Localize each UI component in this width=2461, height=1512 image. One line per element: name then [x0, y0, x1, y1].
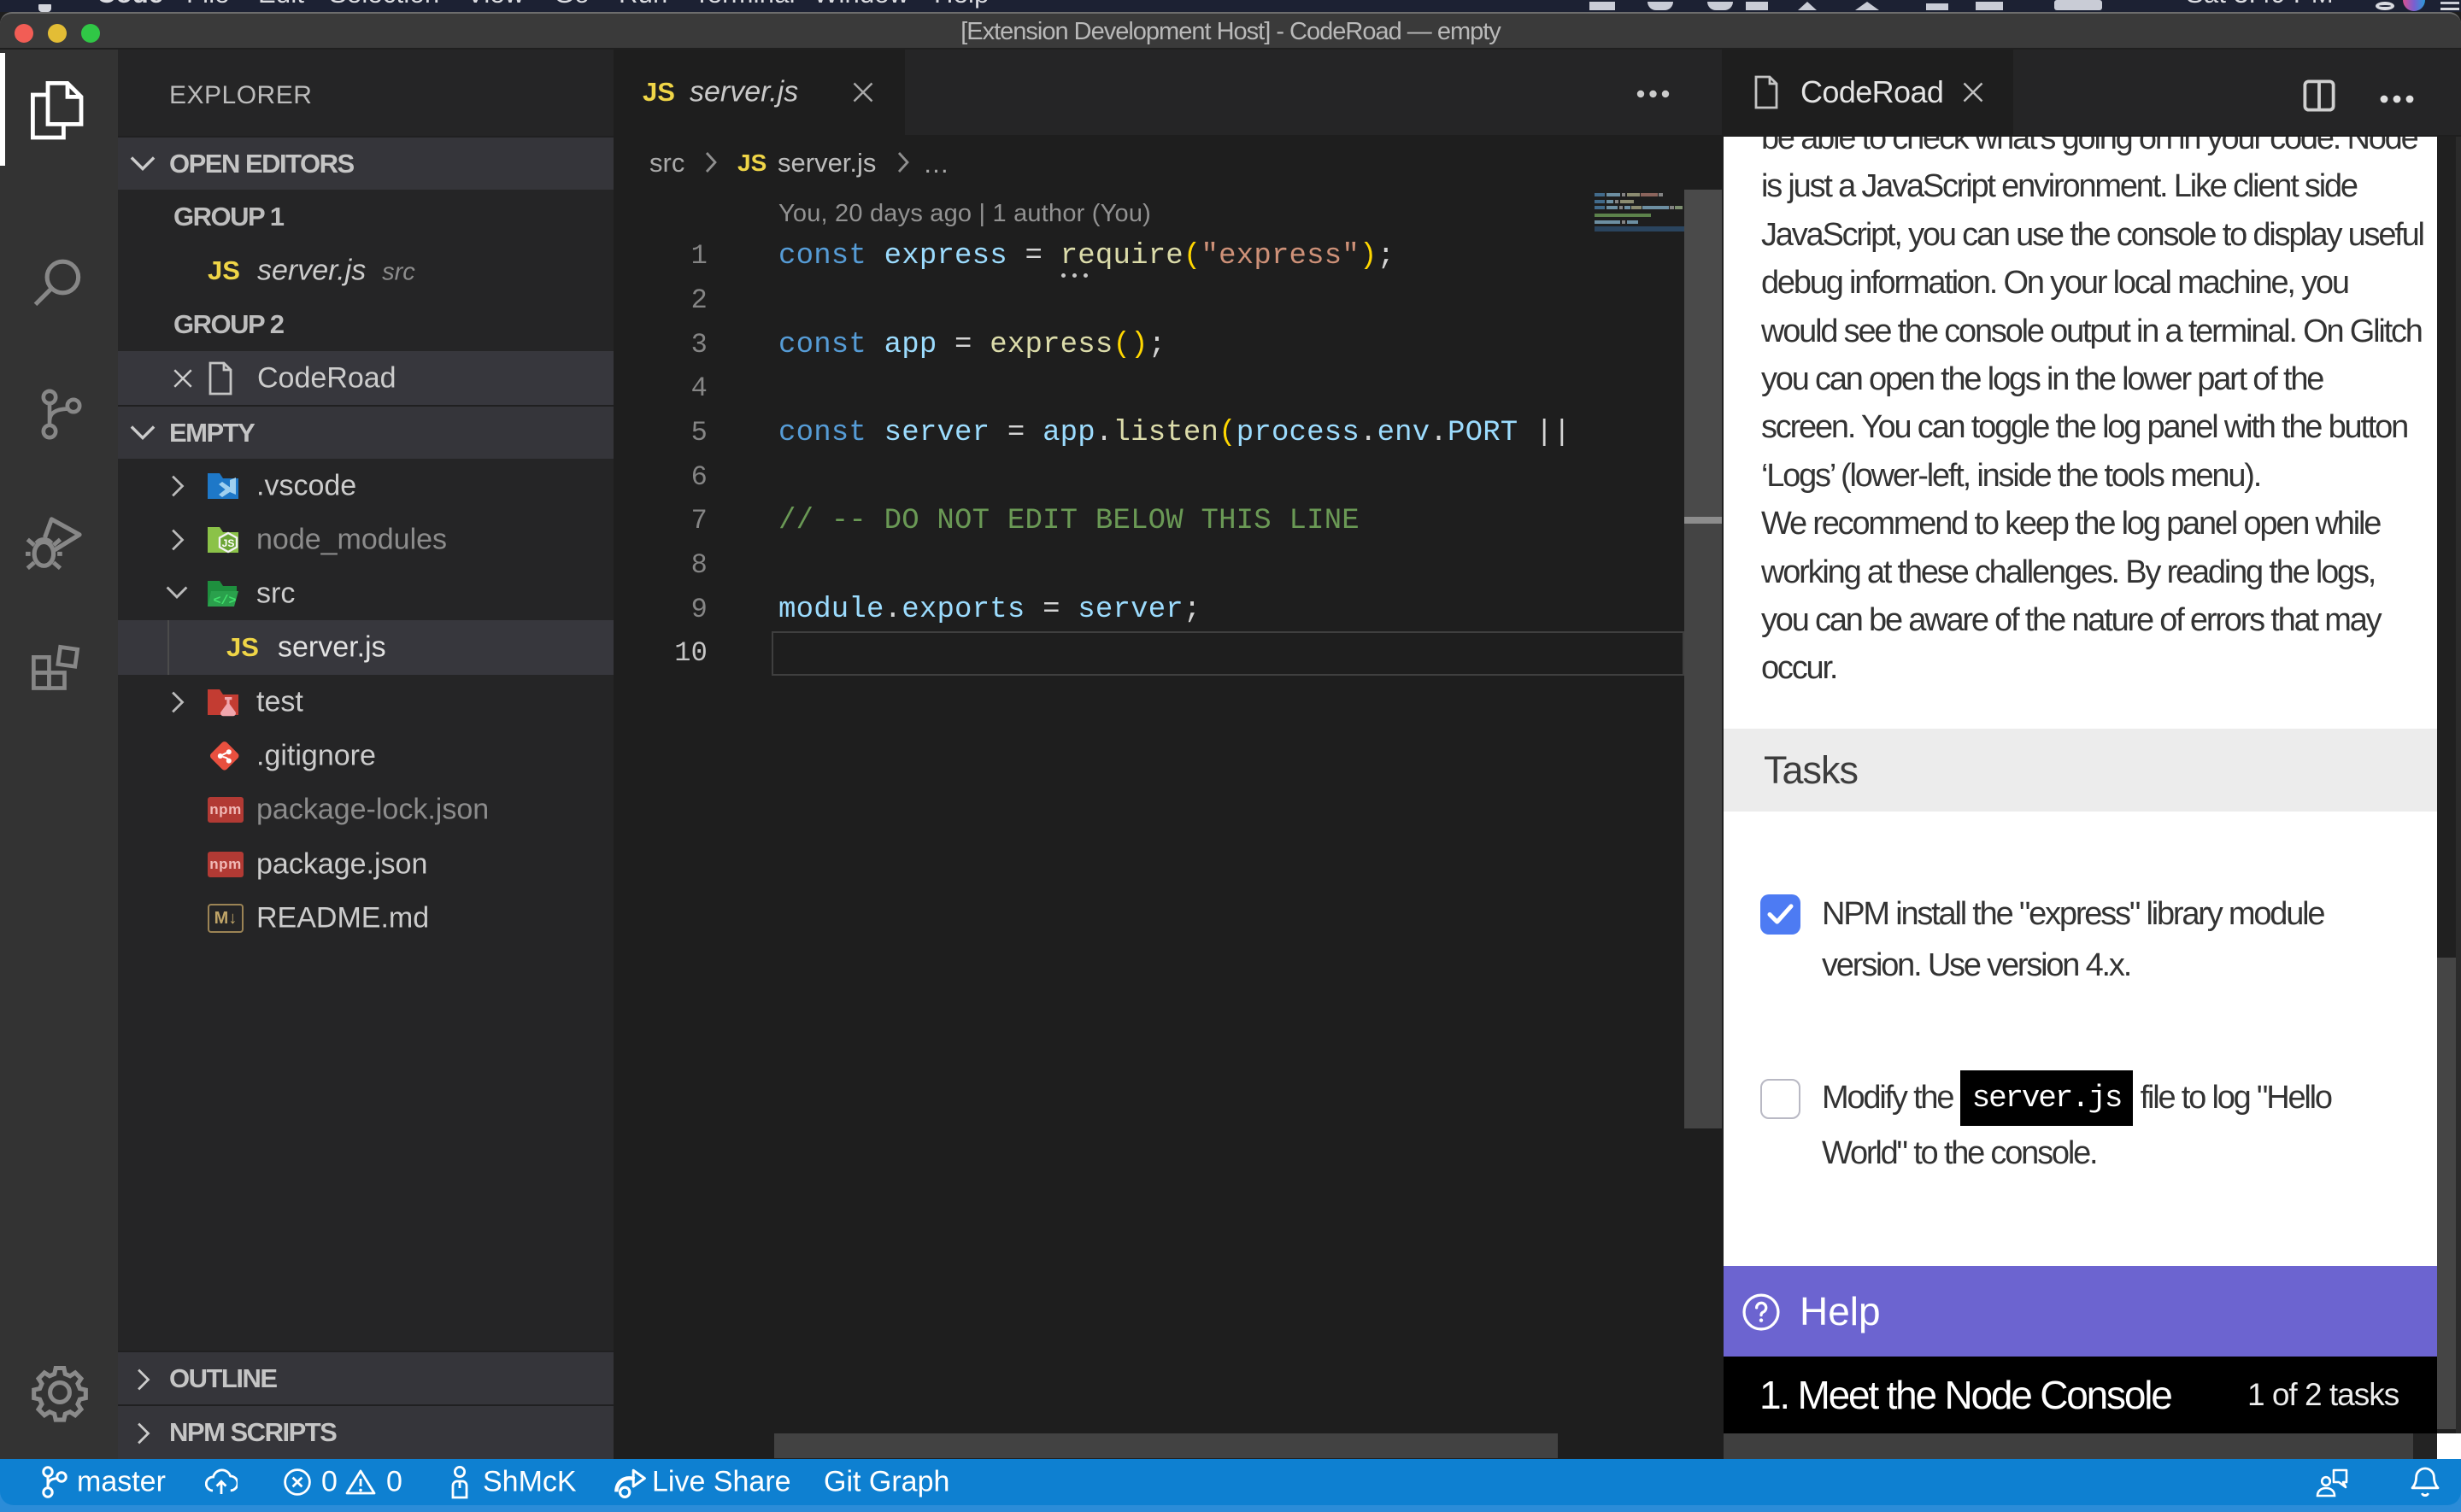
svg-text:</>: </>: [213, 594, 236, 608]
svg-text:JS: JS: [222, 537, 235, 549]
